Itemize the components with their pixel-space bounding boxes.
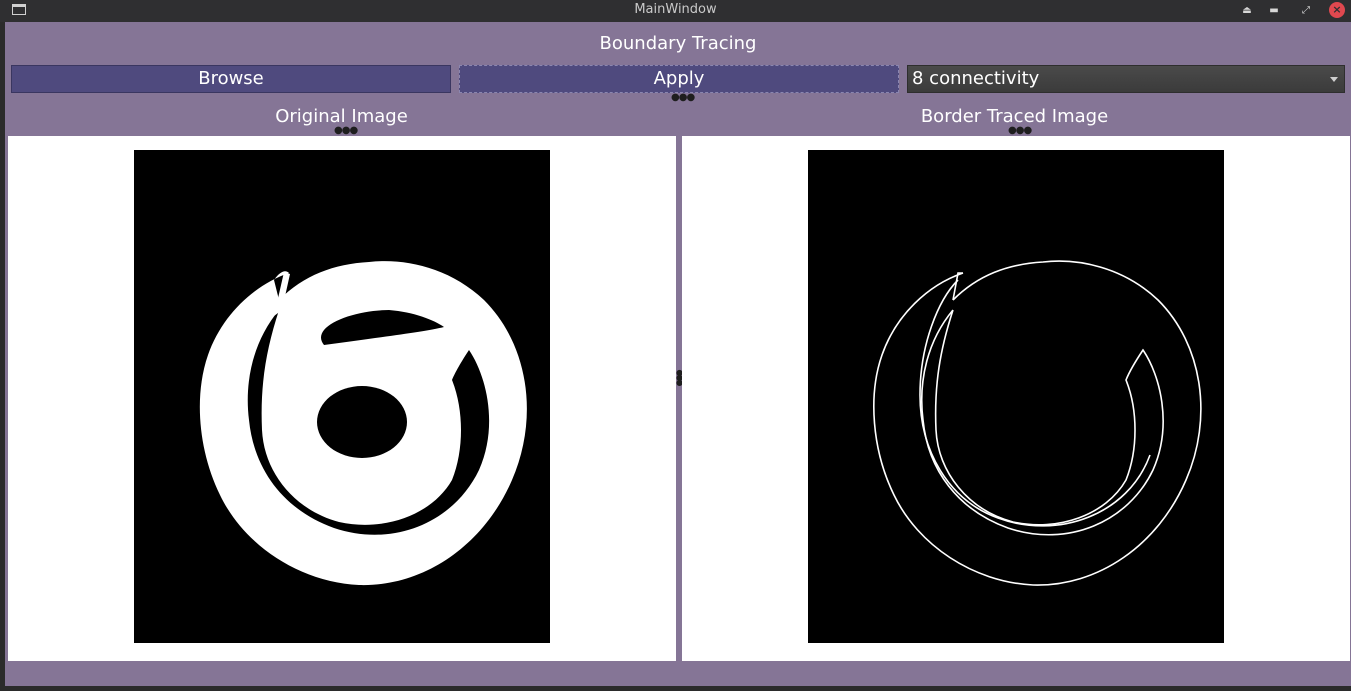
splitter-handle-top[interactable]: ●●● [671, 93, 695, 103]
splitter-handle-left[interactable]: ●●● [334, 126, 358, 136]
connectivity-select[interactable]: 8 connectivity [907, 65, 1345, 93]
keep-above-button[interactable]: ⏏ [1236, 0, 1258, 22]
original-image-panel [8, 136, 676, 661]
splitter-handle-right[interactable]: ●●● [1008, 126, 1032, 136]
traced-image-panel [682, 136, 1350, 661]
traced-image [808, 150, 1224, 643]
minimize-icon: ▬ [1269, 5, 1279, 16]
main-window: Boundary Tracing Browse Apply 8 connecti… [5, 22, 1351, 686]
original-image [134, 150, 550, 643]
chevron-down-icon [1330, 77, 1338, 82]
traced-image-graphic [808, 150, 1224, 643]
traced-image-label: Border Traced Image [920, 106, 1109, 127]
maximize-button[interactable]: ⤢ [1295, 0, 1317, 22]
original-image-label: Original Image [275, 106, 408, 127]
minimize-button[interactable]: ▬ [1263, 0, 1285, 22]
window-title: MainWindow [634, 2, 717, 17]
browse-button[interactable]: Browse [11, 65, 451, 93]
original-image-graphic [134, 150, 550, 643]
close-button[interactable]: × [1329, 2, 1345, 18]
connectivity-selected-value: 8 connectivity [912, 68, 1040, 89]
apply-button[interactable]: Apply [459, 65, 899, 93]
title-bar[interactable]: MainWindow ⏏ ▬ ⤢ × [0, 0, 1351, 22]
eject-icon: ⏏ [1242, 5, 1252, 16]
close-icon: × [1332, 3, 1342, 16]
app-heading: Boundary Tracing [599, 33, 757, 54]
maximize-icon: ⤢ [1302, 5, 1310, 16]
